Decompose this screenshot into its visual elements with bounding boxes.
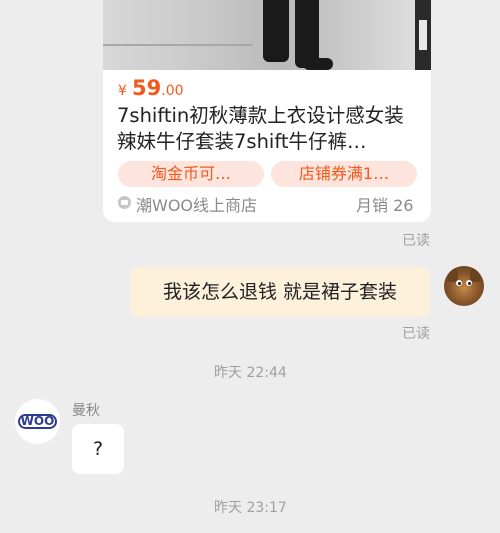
read-status: 已读 xyxy=(402,233,430,249)
timestamp: 昨天 23:17 xyxy=(214,500,287,516)
woo-logo-icon: WOO xyxy=(17,414,58,429)
price-decimal: .00 xyxy=(161,83,184,99)
shop-avatar[interactable]: WOO xyxy=(15,399,60,444)
other-message-bubble[interactable]: ? xyxy=(72,424,124,474)
my-avatar[interactable] xyxy=(444,266,484,306)
product-price: ¥ 59.00 xyxy=(118,76,184,100)
price-currency: ¥ xyxy=(118,83,127,99)
promo-tag-coupon[interactable]: 店铺券满1… xyxy=(271,161,417,187)
product-card[interactable]: ¥ 59.00 7shiftin初秋薄款上衣设计感女装辣妹牛仔套装7shift牛… xyxy=(103,0,431,222)
sender-name: 曼秋 xyxy=(72,403,100,419)
monthly-sales: 月销 26 xyxy=(356,196,414,215)
shop-name[interactable]: 潮WOO线上商店 xyxy=(136,192,257,216)
shop-icon xyxy=(118,196,131,209)
product-image[interactable] xyxy=(103,0,431,70)
timestamp: 昨天 22:44 xyxy=(214,365,287,381)
read-status: 已读 xyxy=(402,326,430,342)
promo-tag-coins[interactable]: 淘金币可… xyxy=(118,161,264,187)
product-title[interactable]: 7shiftin初秋薄款上衣设计感女装辣妹牛仔套装7shift牛仔裤… xyxy=(117,103,422,155)
my-message-bubble[interactable]: 我该怎么退钱 就是裙子套装 xyxy=(130,267,430,317)
price-integer: 59 xyxy=(132,76,162,100)
